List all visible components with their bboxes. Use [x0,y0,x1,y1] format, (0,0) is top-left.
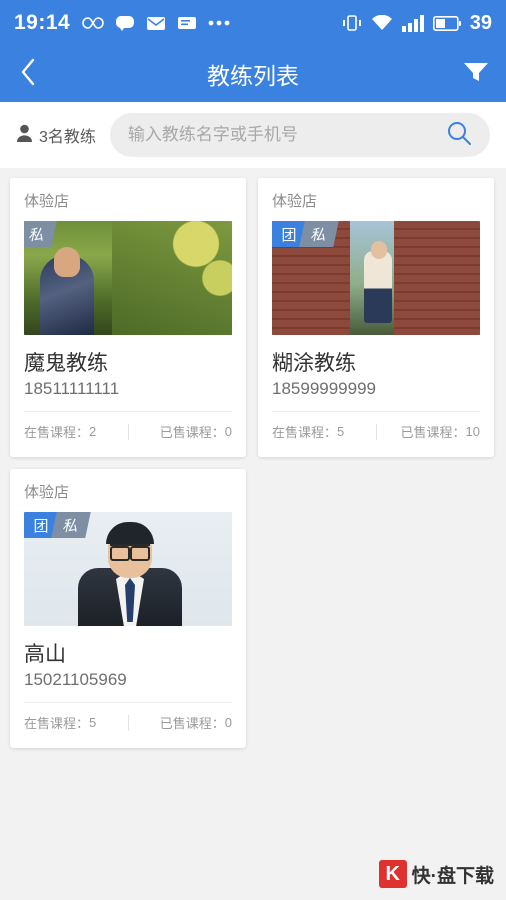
battery-percent: 39 [469,11,492,34]
photo-person [364,251,392,323]
battery-icon [432,15,461,31]
coach-name: 高山 [24,643,66,666]
on-sale-stat: 在售课程： 5 [272,422,376,441]
sold-label: 已售课程： [159,425,225,440]
coach-badges: 私 [24,221,57,247]
on-sale-label: 在售课程： [24,716,90,731]
coach-card[interactable]: 体验店 团 私 糊涂教练 18599999999 在售课程： 5 已售课程： 1… [258,178,494,457]
status-bar: 19:14 39 [0,0,506,46]
coach-list: 体验店 私 魔鬼教练 18511111111 在售课程： 2 已售课程： 0 体… [0,168,506,748]
app-root: 19:14 39 教练列表 3名教练 输入教练名字或手机号 体验店 私 魔鬼教练… [0,0,506,900]
coach-phone: 15021105969 [24,670,127,689]
sold-value: 0 [224,424,232,439]
photo-glasses [110,544,150,561]
coach-card-footer: 在售课程： 2 已售课程： 0 [24,411,232,451]
search-icon[interactable] [446,120,472,151]
sold-stat: 已售课程： 0 [129,422,232,441]
coach-store: 体验店 [24,193,70,210]
coach-name: 糊涂教练 [272,352,356,375]
coach-card[interactable]: 体验店 私 魔鬼教练 18511111111 在售课程： 2 已售课程： 0 [10,178,246,457]
watermark: K 快·盘下载 [378,860,494,888]
on-sale-stat: 在售课程： 2 [24,422,128,441]
on-sale-label: 在售课程： [272,425,338,440]
filter-funnel-icon [463,61,489,88]
on-sale-value: 2 [89,424,97,439]
sold-stat: 已售课程： 0 [129,713,232,732]
sold-value: 0 [224,715,232,730]
photo-person-head [371,241,387,259]
coach-count-text: 3名教练 [39,129,96,146]
badge-private: 私 [299,221,339,247]
on-sale-value: 5 [337,424,345,439]
badge-private: 私 [51,512,91,538]
sold-label: 已售课程： [159,716,225,731]
sold-stat: 已售课程： 10 [377,422,480,441]
coach-photo: 私 [24,221,232,335]
coach-badges: 团 私 [24,512,91,538]
back-chevron-icon [20,58,36,91]
coach-card-footer: 在售课程： 5 已售课程： 0 [24,702,232,742]
coach-card[interactable]: 体验店 团 私 高山 15021105969 在售课程： 5 已售课程： 0 [10,469,246,748]
signal-icon [401,14,424,32]
status-right-icons: 39 [342,12,492,35]
on-sale-stat: 在售课程： 5 [24,713,128,732]
title-bar: 教练列表 [0,46,506,102]
search-row: 3名教练 [0,102,506,168]
vibrate-icon [342,14,362,32]
chat-bubble-icon [115,15,135,31]
coach-count: 3名教练 [16,123,96,147]
status-left-icons [82,15,230,31]
sold-label: 已售课程： [400,425,466,440]
search-input[interactable] [127,125,446,145]
coach-badges: 团 私 [272,221,339,247]
more-dots-icon [208,20,230,26]
search-box[interactable] [109,113,490,157]
coach-photo: 团 私 [24,512,232,626]
photo-foliage [112,221,232,335]
photo-hair [106,522,154,544]
back-button[interactable] [0,46,56,102]
infinity-icon [82,16,104,30]
status-time: 19:14 [14,11,71,34]
coach-store: 体验店 [24,484,70,501]
coach-photo: 团 私 [272,221,480,335]
wifi-icon [371,14,393,32]
coach-phone: 18599999999 [272,379,377,398]
coach-phone: 18511111111 [24,379,120,398]
page-title: 教练列表 [207,63,299,89]
watermark-logo: K [378,860,407,888]
badge-private: 私 [24,221,57,247]
coach-store: 体验店 [272,193,318,210]
watermark-text: 快·盘下载 [411,865,494,887]
person-icon [16,124,33,147]
mail-icon [146,16,166,31]
coach-card-footer: 在售课程： 5 已售课程： 10 [272,411,480,451]
on-sale-value: 5 [89,715,97,730]
sold-value: 10 [465,424,480,439]
message-icon [177,16,197,31]
coach-name: 魔鬼教练 [24,352,108,375]
filter-button[interactable] [446,46,506,102]
on-sale-label: 在售课程： [24,425,90,440]
